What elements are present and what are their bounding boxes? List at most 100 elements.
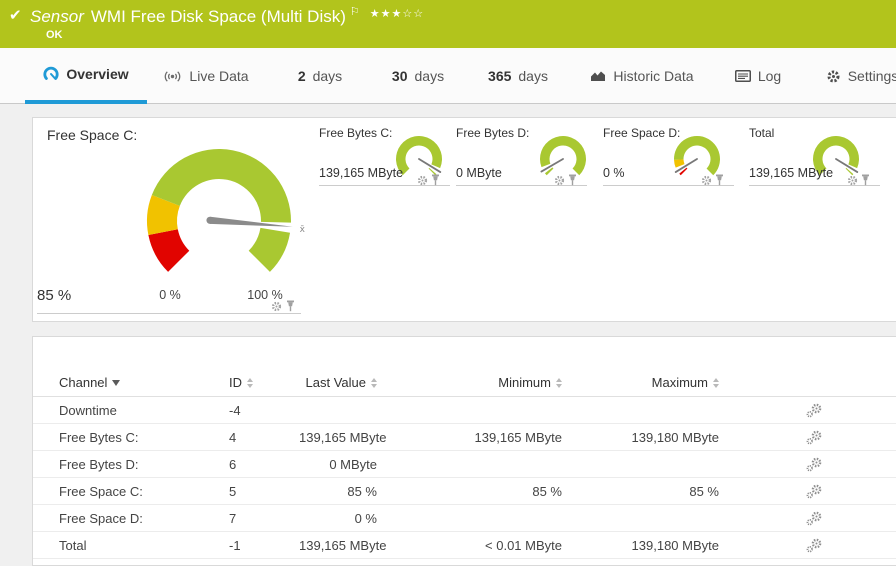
pin-gauge-icon[interactable]: [286, 299, 295, 317]
table-row: Free Bytes C: 4 139,165 MByte 139,165 MB…: [33, 424, 896, 451]
svg-text:x̄: x̄: [300, 225, 305, 235]
channel-name: Free Space C:: [59, 484, 229, 499]
column-header-last-value[interactable]: Last Value: [299, 375, 381, 390]
sensor-header: ✔ Sensor WMI Free Disk Space (Multi Disk)…: [0, 0, 896, 48]
tab-overview[interactable]: Overview: [25, 48, 147, 104]
channel-id: -1: [229, 538, 299, 553]
area-chart-icon: [590, 70, 606, 82]
main-gauge-label: Free Space C:: [47, 127, 137, 143]
sensor-title-line: Sensor WMI Free Disk Space (Multi Disk) ⚐ ★…: [30, 5, 424, 27]
sort-icon: [247, 378, 253, 388]
pin-gauge-icon[interactable]: [715, 173, 724, 191]
sort-icon: [371, 378, 377, 388]
channel-maximum: 139,180 MByte: [566, 538, 723, 553]
table-header-row: Channel ID Last Value Minimum Maximum: [33, 369, 896, 397]
edit-channel-gears-icon[interactable]: [799, 484, 829, 499]
tile-label: Free Bytes C:: [319, 126, 392, 140]
log-list-icon: [735, 70, 751, 82]
pin-gauge-icon[interactable]: [861, 173, 870, 191]
column-header-minimum[interactable]: Minimum: [381, 375, 566, 390]
channel-last-value: 85 %: [299, 484, 381, 499]
tab-2-days[interactable]: 2days: [278, 48, 362, 104]
channel-id: 6: [229, 457, 299, 472]
table-body: Downtime -4 Free Bytes C: 4 139,165 MByt…: [33, 397, 896, 559]
table-row: Free Space C: 5 85 % 85 % 85 %: [33, 478, 896, 505]
table-row: Downtime -4: [33, 397, 896, 424]
channel-last-value: 0 MByte: [299, 457, 381, 472]
table-row: Free Space D: 7 0 %: [33, 505, 896, 532]
channel-table-panel: Channel ID Last Value Minimum Maximum Do…: [32, 336, 896, 566]
main-gauge-value: 85 %: [37, 287, 71, 304]
stars-empty[interactable]: ☆☆: [402, 8, 424, 20]
channel-minimum: 85 %: [381, 484, 566, 499]
tile-value: 139,165 MByte: [319, 166, 403, 180]
tab-365-days[interactable]: 365days: [468, 48, 568, 104]
channel-minimum: < 0.01 MByte: [381, 538, 566, 553]
tile-label: Total: [749, 126, 774, 140]
channel-name: Free Space D:: [59, 511, 229, 526]
channel-id: 7: [229, 511, 299, 526]
column-header-maximum[interactable]: Maximum: [566, 375, 723, 390]
flag-icon: ⚐: [350, 6, 360, 18]
table-row: Total -1 139,165 MByte < 0.01 MByte 139,…: [33, 532, 896, 559]
table-row: Free Bytes D: 6 0 MByte: [33, 451, 896, 478]
channel-maximum: 139,180 MByte: [566, 430, 723, 445]
gauge-tile: Free Bytes D: 0 MByte: [456, 126, 588, 198]
tile-value: 0 %: [603, 166, 625, 180]
column-header-id[interactable]: ID: [229, 375, 299, 390]
channel-settings-gear-icon[interactable]: [701, 173, 712, 191]
pin-gauge-icon[interactable]: [431, 173, 440, 191]
channel-name: Downtime: [59, 403, 229, 418]
tile-label: Free Bytes D:: [456, 126, 529, 140]
pin-gauge-icon[interactable]: [568, 173, 577, 191]
tab-30-days[interactable]: 30days: [372, 48, 464, 104]
edit-channel-gears-icon[interactable]: [799, 430, 829, 445]
channel-last-value: 0 %: [299, 511, 381, 526]
channel-settings-gear-icon[interactable]: [554, 173, 565, 191]
channel-name: Free Bytes D:: [59, 457, 229, 472]
status-badge: OK: [46, 29, 63, 41]
channel-name: Free Bytes C:: [59, 430, 229, 445]
tab-historic-data[interactable]: Historic Data: [578, 48, 706, 104]
channel-id: 4: [229, 430, 299, 445]
sort-descending-icon: [112, 380, 120, 386]
channel-id: 5: [229, 484, 299, 499]
edit-channel-gears-icon[interactable]: [799, 457, 829, 472]
sensor-kind: Sensor: [30, 7, 84, 26]
main-gauge: x̄: [135, 143, 305, 275]
channel-minimum: 139,165 MByte: [381, 430, 566, 445]
gauge-tile: Total 139,165 MByte: [749, 126, 881, 198]
gauge-icon: [43, 66, 59, 82]
edit-channel-gears-icon[interactable]: [799, 511, 829, 526]
edit-channel-gears-icon[interactable]: [799, 538, 829, 553]
tab-bar: Overview Live Data 2days 30days 365days …: [0, 48, 896, 104]
gauge-tile: Free Space D: 0 %: [603, 126, 735, 198]
gauge-scale-min: 0 %: [150, 288, 190, 302]
sort-icon: [556, 378, 562, 388]
tile-value: 0 MByte: [456, 166, 502, 180]
live-broadcast-icon: [163, 70, 182, 83]
page-title: WMI Free Disk Space (Multi Disk): [91, 7, 346, 26]
tab-live-data[interactable]: Live Data: [150, 48, 262, 104]
tile-value: 139,165 MByte: [749, 166, 833, 180]
channel-last-value: 139,165 MByte: [299, 430, 381, 445]
channel-maximum: 85 %: [566, 484, 723, 499]
tab-log[interactable]: Log: [722, 48, 794, 104]
channel-last-value: 139,165 MByte: [299, 538, 381, 553]
sort-icon: [713, 378, 719, 388]
gear-icon: [826, 69, 841, 84]
channel-id: -4: [229, 403, 299, 418]
channel-settings-gear-icon[interactable]: [271, 299, 282, 317]
gauge-tile: Free Bytes C: 139,165 MByte: [319, 126, 451, 198]
divider: [37, 313, 301, 314]
channel-settings-gear-icon[interactable]: [847, 173, 858, 191]
edit-channel-gears-icon[interactable]: [799, 403, 829, 418]
gauges-panel: Free Space C: x̄ 0 % 100 % 85 % Free Byt…: [32, 117, 896, 322]
stars-filled[interactable]: ★★★: [370, 8, 403, 20]
channel-settings-gear-icon[interactable]: [417, 173, 428, 191]
status-ok-check-icon: ✔: [9, 6, 22, 24]
column-header-channel[interactable]: Channel: [59, 375, 229, 390]
channel-name: Total: [59, 538, 229, 553]
tab-settings[interactable]: Settings: [816, 48, 896, 104]
priority-stars[interactable]: ★★★☆☆: [370, 8, 424, 20]
